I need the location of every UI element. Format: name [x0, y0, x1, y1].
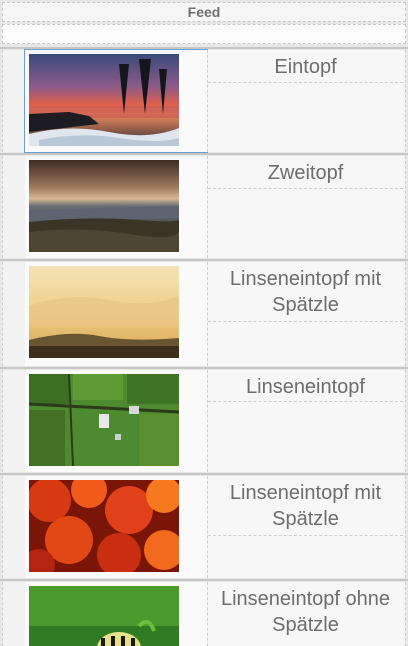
green-farmland-image: [29, 374, 179, 466]
thumbnail-frame[interactable]: [25, 156, 207, 258]
row-gutter: [3, 476, 25, 578]
divider: [0, 153, 408, 155]
row-gutter: [3, 156, 25, 258]
item-text-column: Linseneintopf mit Spätzle: [207, 262, 403, 366]
list-item[interactable]: Linseneintopf ohne Spätzle: [2, 582, 406, 646]
divider: [0, 259, 408, 261]
feed-screen: Feed Eintopf Zweitopf Linseneintopf mit …: [0, 0, 408, 646]
divider: [0, 367, 408, 369]
row-gutter: [3, 582, 25, 646]
thumbnail-frame[interactable]: [24, 49, 208, 153]
list-item[interactable]: Linseneintopf mit Spätzle: [2, 476, 406, 578]
desert-haze-image: [29, 266, 179, 358]
thumbnail-frame[interactable]: [25, 476, 207, 578]
row-gutter: [3, 370, 25, 472]
list-item[interactable]: Eintopf: [2, 49, 406, 153]
lake-sunset-image: [29, 54, 179, 146]
feed-toolbar: [2, 24, 406, 44]
divider: [0, 473, 408, 475]
thumbnail-frame[interactable]: [25, 370, 207, 472]
item-text-column: Zweitopf: [207, 156, 403, 258]
page-title: Feed: [2, 2, 406, 22]
list-item[interactable]: Linseneintopf mit Spätzle: [2, 262, 406, 366]
coast-sunset-image: [29, 160, 179, 252]
row-gutter: [3, 50, 25, 152]
row-gutter: [3, 262, 25, 366]
list-item[interactable]: Zweitopf: [2, 156, 406, 258]
item-text-column: Eintopf: [207, 50, 403, 152]
item-title: Linseneintopf mit Spätzle: [208, 262, 403, 322]
thumbnail-frame[interactable]: [25, 262, 207, 366]
item-title: Linseneintopf: [208, 370, 403, 402]
list-item[interactable]: Linseneintopf: [2, 370, 406, 472]
item-text-column: Linseneintopf ohne Spätzle: [207, 582, 403, 646]
item-title: Zweitopf: [208, 156, 403, 189]
divider: [0, 579, 408, 581]
item-title: Linseneintopf mit Spätzle: [208, 476, 403, 536]
item-text-column: Linseneintopf mit Spätzle: [207, 476, 403, 578]
red-maple-leaves-image: [29, 480, 179, 572]
item-text-column: Linseneintopf: [207, 370, 403, 472]
thumbnail-frame[interactable]: [25, 582, 207, 646]
item-title: Eintopf: [208, 50, 403, 83]
item-title: Linseneintopf ohne Spätzle: [220, 588, 391, 636]
divider: [0, 47, 408, 49]
caterpillar-image: [29, 586, 179, 646]
